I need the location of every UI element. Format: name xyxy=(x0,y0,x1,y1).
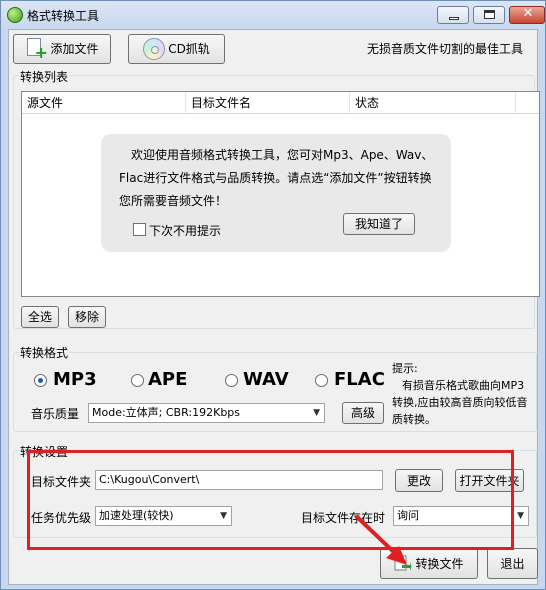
column-target-name[interactable]: 目标文件名 xyxy=(186,92,350,114)
file-list-header: 源文件 目标文件名 状态 xyxy=(22,92,539,114)
red-arrow-icon xyxy=(354,514,407,565)
window-title: 格式转换工具 xyxy=(27,9,100,23)
app-window: 格式转换工具 ✕ + 添加文件 CD抓轨 无损音质文件切割的最佳工具 转换列表 … xyxy=(0,0,546,590)
hint-body: 有损音乐格式歌曲向MP3转换,应由较高音质向较低音质转换。 xyxy=(392,379,528,426)
app-logo-icon xyxy=(7,7,23,23)
convert-label: 转换文件 xyxy=(415,556,464,571)
column-extra xyxy=(516,92,539,114)
select-all-button[interactable]: 全选 xyxy=(21,306,59,328)
chevron-down-icon: ▼ xyxy=(313,408,320,418)
slogan-text: 无损音质文件切割的最佳工具 xyxy=(367,42,524,56)
minimize-button[interactable] xyxy=(437,6,469,24)
dont-show-checkbox[interactable] xyxy=(133,223,146,236)
minimize-icon xyxy=(449,17,459,20)
add-file-icon: + xyxy=(25,38,48,61)
advanced-button[interactable]: 高级 xyxy=(342,402,384,424)
add-file-button[interactable]: + 添加文件 xyxy=(13,34,111,64)
got-it-button[interactable]: 我知道了 xyxy=(343,213,415,235)
chevron-down-icon: ▼ xyxy=(517,511,524,521)
quality-label: 音乐质量 xyxy=(31,407,80,421)
cd-icon xyxy=(143,38,166,60)
close-button[interactable]: ✕ xyxy=(509,6,545,24)
column-source-file[interactable]: 源文件 xyxy=(22,92,186,114)
column-status[interactable]: 状态 xyxy=(350,92,516,114)
radio-wav[interactable] xyxy=(225,374,238,387)
format-hint: 提示: 有损音乐格式歌曲向MP3转换,应由较高音质向较低音质转换。 xyxy=(392,360,534,428)
exit-button[interactable]: 退出 xyxy=(487,548,538,579)
welcome-tip-text: 欢迎使用音频格式转换工具，您可对Mp3、Ape、Wav、Flac进行文件格式与品… xyxy=(119,148,434,208)
highlight-rectangle xyxy=(27,450,514,550)
hint-title: 提示: xyxy=(392,362,418,375)
format-option-ape[interactable]: APE xyxy=(148,369,187,390)
welcome-tip: 欢迎使用音频格式转换工具，您可对Mp3、Ape、Wav、Flac进行文件格式与品… xyxy=(101,134,451,252)
add-file-label: 添加文件 xyxy=(50,42,99,56)
quality-value: Mode:立体声; CBR:192Kbps xyxy=(92,406,241,419)
conversion-list-label: 转换列表 xyxy=(19,68,70,85)
close-icon: ✕ xyxy=(522,6,534,21)
cd-rip-label: CD抓轨 xyxy=(168,42,210,56)
maximize-button[interactable] xyxy=(473,6,505,24)
maximize-icon xyxy=(484,10,495,19)
dont-show-label: 下次不用提示 xyxy=(149,224,222,238)
format-option-wav[interactable]: WAV xyxy=(243,369,289,390)
format-group-label: 转换格式 xyxy=(19,344,70,361)
radio-flac[interactable] xyxy=(315,374,328,387)
remove-button[interactable]: 移除 xyxy=(68,306,106,328)
format-option-mp3[interactable]: MP3 xyxy=(53,369,97,390)
quality-select[interactable]: Mode:立体声; CBR:192Kbps ▼ xyxy=(88,403,325,423)
format-option-flac[interactable]: FLAC xyxy=(334,369,385,390)
cd-rip-button[interactable]: CD抓轨 xyxy=(128,34,225,64)
radio-mp3[interactable] xyxy=(34,374,47,387)
radio-ape[interactable] xyxy=(131,374,144,387)
title-bar: 格式转换工具 ✕ xyxy=(1,1,545,29)
